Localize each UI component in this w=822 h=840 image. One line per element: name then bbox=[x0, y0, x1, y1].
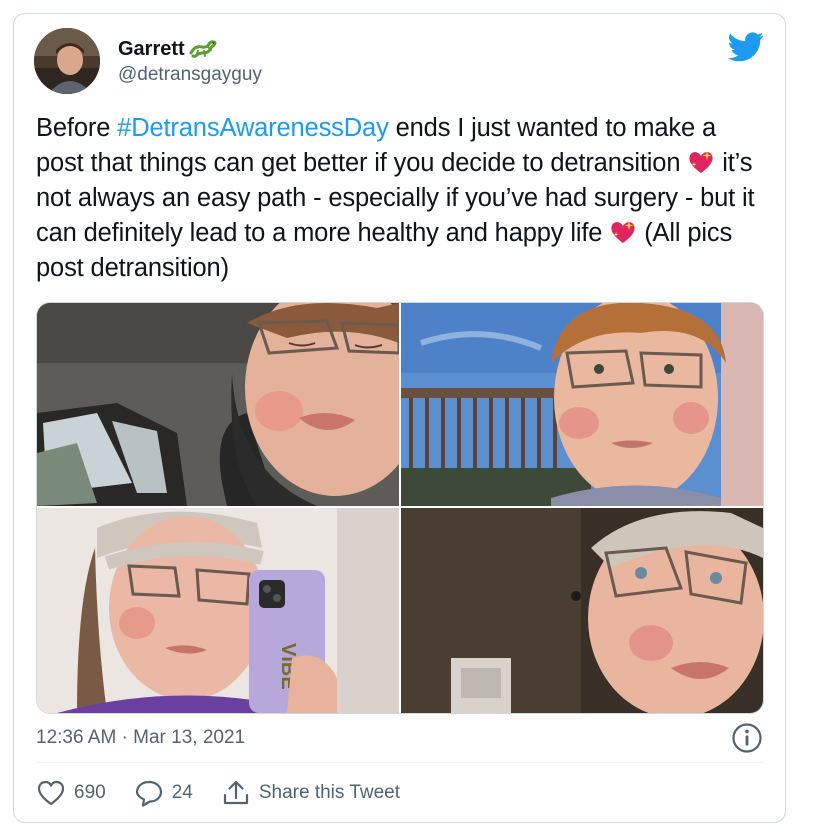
sparkling-heart-emoji-icon bbox=[689, 151, 713, 173]
user-handle[interactable]: @detransgayguy bbox=[118, 64, 262, 86]
lizard-emoji-icon bbox=[189, 40, 217, 58]
photo-selfie-on-balcony[interactable] bbox=[401, 303, 763, 506]
reply-button[interactable]: 24 bbox=[134, 778, 193, 808]
media-grid: VIBE bbox=[36, 302, 764, 714]
display-name-text: Garrett bbox=[118, 38, 185, 60]
tweet-text-segment: Before bbox=[36, 114, 118, 142]
heart-outline-icon bbox=[37, 780, 65, 806]
info-icon[interactable] bbox=[731, 722, 763, 754]
speech-bubble-icon bbox=[135, 780, 162, 807]
sparkling-heart-emoji-icon bbox=[611, 221, 635, 243]
like-count: 690 bbox=[74, 782, 106, 803]
tweet-actions: 690 24 Share this Tweet bbox=[36, 775, 428, 811]
photo-mirror-selfie-with-phone[interactable]: VIBE bbox=[37, 508, 399, 713]
media-divider-vertical bbox=[399, 303, 401, 713]
reply-count: 24 bbox=[171, 782, 193, 803]
share-button[interactable]: Share this Tweet bbox=[221, 778, 400, 808]
avatar[interactable] bbox=[34, 28, 100, 94]
display-name[interactable]: Garrett bbox=[118, 38, 217, 60]
tweet-text: Before #DetransAwarenessDay ends I just … bbox=[36, 111, 766, 286]
twitter-bird-icon[interactable] bbox=[728, 32, 764, 62]
timestamp[interactable]: 12:36 AM · Mar 13, 2021 bbox=[36, 727, 245, 749]
hashtag-link[interactable]: #DetransAwarenessDay bbox=[117, 114, 389, 142]
photo-selfie-indoors[interactable] bbox=[401, 508, 763, 713]
media-divider-horizontal bbox=[37, 506, 763, 508]
share-label: Share this Tweet bbox=[258, 782, 401, 803]
share-arrow-icon bbox=[223, 780, 248, 805]
like-button[interactable]: 690 bbox=[36, 778, 106, 808]
photo-selfie-in-car[interactable] bbox=[37, 303, 399, 506]
divider bbox=[36, 762, 764, 763]
